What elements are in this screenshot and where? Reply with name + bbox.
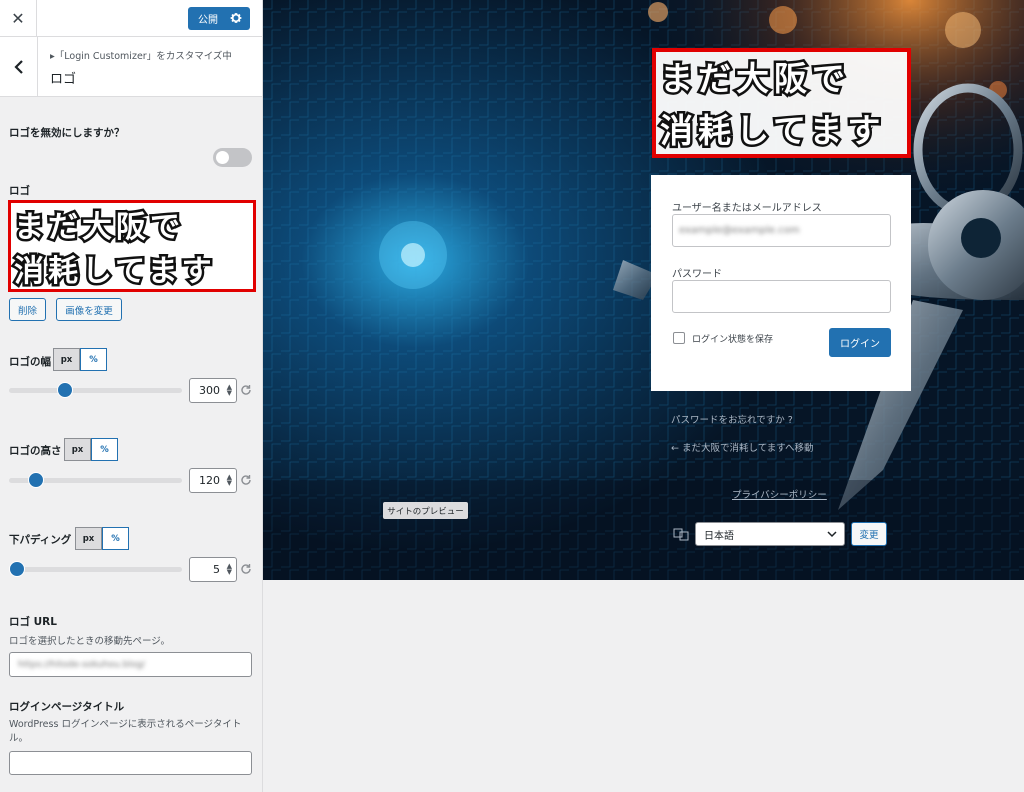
- logo-url-input[interactable]: https://hitode-sokuhou.blog/: [9, 652, 252, 677]
- logo-width-input[interactable]: 300 ▲ ▼: [189, 378, 237, 403]
- chevron-left-icon: [13, 59, 23, 74]
- bottom-padding-unit-toggle: px %: [75, 527, 129, 550]
- gear-icon[interactable]: [229, 11, 243, 25]
- logo-image-preview: まだ大阪で 消耗してます: [8, 200, 256, 292]
- logo-height-label: ロゴの高さ: [9, 445, 62, 457]
- publish-button[interactable]: 公開: [188, 7, 250, 30]
- username-input[interactable]: example@example.com: [672, 214, 891, 247]
- username-label: ユーザー名またはメールアドレス: [672, 203, 822, 214]
- login-logo-image: まだ大阪で 消耗してます: [658, 57, 885, 153]
- toggle-knob: [216, 151, 229, 164]
- close-button[interactable]: ✕: [0, 0, 37, 37]
- change-image-button[interactable]: 画像を変更: [56, 298, 122, 321]
- change-language-button[interactable]: 変更: [851, 522, 887, 546]
- logo-width-value: 300: [199, 384, 220, 397]
- publish-label: 公開: [198, 15, 218, 26]
- login-page-title-input[interactable]: [9, 751, 252, 775]
- breadcrumb: ▸「Login Customizer」をカスタマイズ中: [50, 51, 232, 62]
- unit-percent-button[interactable]: %: [102, 527, 129, 550]
- remember-me-label: ログイン状態を保存: [692, 335, 774, 345]
- back-to-site-link[interactable]: ← まだ大阪で消耗してますへ移動: [671, 440, 814, 454]
- logo-width-slider-handle[interactable]: [57, 382, 73, 398]
- logo-url-description: ロゴを選択したときの移動先ページ。: [9, 636, 171, 647]
- spinner-icon[interactable]: ▲ ▼: [227, 563, 232, 576]
- customizer-sidebar: ✕ 公開 ▸「Login Customizer」をカスタマイズ中 ロゴ ロゴを無…: [0, 0, 263, 792]
- disable-logo-toggle[interactable]: [213, 148, 252, 167]
- section-header: ▸「Login Customizer」をカスタマイズ中 ロゴ: [0, 37, 262, 97]
- logo-width-label: ロゴの幅: [9, 356, 51, 368]
- customizer-header: ✕ 公開: [0, 0, 262, 37]
- reset-icon[interactable]: [240, 384, 252, 396]
- site-preview: まだ大阪で 消耗してます ユーザー名またはメールアドレス example@exa…: [263, 0, 1024, 792]
- bottom-padding-input[interactable]: 5 ▲ ▼: [189, 557, 237, 582]
- username-value: example@example.com: [679, 225, 800, 236]
- password-label: パスワード: [672, 269, 722, 280]
- logo-height-slider-handle[interactable]: [28, 472, 44, 488]
- bottom-padding-value: 5: [213, 563, 220, 576]
- unit-px-button[interactable]: px: [64, 438, 91, 461]
- spinner-icon[interactable]: ▲ ▼: [227, 474, 232, 487]
- logo-width-slider[interactable]: [9, 388, 182, 393]
- remember-me-checkbox[interactable]: [673, 332, 685, 344]
- section-title: ロゴ: [50, 72, 77, 87]
- login-logo[interactable]: まだ大阪で 消耗してます: [652, 48, 911, 158]
- bottom-padding-slider-handle[interactable]: [9, 561, 25, 577]
- privacy-policy-link[interactable]: プライバシーポリシー: [732, 487, 827, 501]
- login-logo-line-2: 消耗してます: [660, 111, 885, 150]
- unit-px-button[interactable]: px: [75, 527, 102, 550]
- preview-background: まだ大阪で 消耗してます ユーザー名またはメールアドレス example@exa…: [263, 0, 1024, 580]
- disable-logo-label: ロゴを無効にしますか？: [9, 127, 125, 139]
- logo-width-unit-toggle: px %: [53, 348, 107, 371]
- logo-url-value: https://hitode-sokuhou.blog/: [18, 659, 146, 670]
- logo-image-line-1: まだ大阪で: [14, 210, 184, 245]
- login-form: ユーザー名またはメールアドレス example@example.com パスワー…: [651, 175, 911, 391]
- unit-percent-button[interactable]: %: [80, 348, 107, 371]
- logo-height-value: 120: [199, 474, 220, 487]
- logo-label: ロゴ: [9, 185, 30, 197]
- unit-percent-button[interactable]: %: [91, 438, 118, 461]
- login-page-title-label: ログインページタイトル: [9, 701, 125, 713]
- language-select[interactable]: 日本語: [695, 522, 845, 546]
- password-input[interactable]: [672, 280, 891, 313]
- language-selected-value: 日本語: [704, 530, 734, 542]
- login-button[interactable]: ログイン: [829, 328, 891, 357]
- login-page-title-description: WordPress ログインページに表示されるページタイトル。: [9, 719, 242, 744]
- lost-password-link[interactable]: パスワードをお忘れですか ?: [671, 412, 793, 426]
- bottom-padding-label: 下パディング: [9, 534, 72, 546]
- logo-height-unit-toggle: px %: [64, 438, 118, 461]
- close-icon: ✕: [11, 9, 25, 28]
- chevron-down-icon: [827, 531, 837, 538]
- remove-logo-button[interactable]: 削除: [9, 298, 46, 321]
- logo-height-input[interactable]: 120 ▲ ▼: [189, 468, 237, 493]
- reset-icon[interactable]: [240, 563, 252, 575]
- spinner-icon[interactable]: ▲ ▼: [227, 384, 232, 397]
- login-logo-line-1: まだ大阪で: [660, 59, 850, 98]
- site-preview-tag: サイトのプレビュー: [383, 502, 468, 519]
- back-button[interactable]: [0, 37, 38, 96]
- logo-url-label: ロゴ URL: [9, 616, 57, 628]
- translate-icon: [673, 528, 689, 541]
- logo-image-line-2: 消耗してます: [14, 254, 216, 289]
- logo-image: まだ大阪で 消耗してます: [12, 208, 216, 292]
- bottom-padding-slider[interactable]: [9, 567, 182, 572]
- reset-icon[interactable]: [240, 474, 252, 486]
- unit-px-button[interactable]: px: [53, 348, 80, 371]
